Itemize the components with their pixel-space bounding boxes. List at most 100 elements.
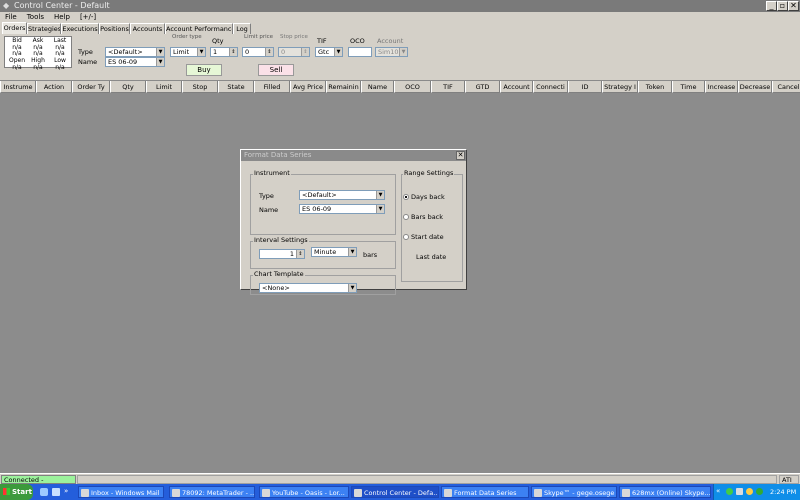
range-settings-group	[401, 174, 463, 282]
column-header[interactable]: Action	[36, 81, 72, 93]
chevron-down-icon: ▼	[197, 48, 205, 56]
tray-skype-icon[interactable]	[756, 488, 763, 495]
column-header[interactable]: Avg Price	[290, 81, 326, 93]
column-header[interactable]: Instrume	[0, 81, 36, 93]
browser-icon	[262, 489, 270, 497]
column-header[interactable]: Account	[500, 81, 533, 93]
dialog-close-button[interactable]: ✕	[456, 151, 465, 160]
column-header[interactable]: Connecti	[533, 81, 568, 93]
minimize-button[interactable]: _	[766, 1, 777, 11]
spin-arrows-icon[interactable]: ⇕	[265, 48, 273, 56]
last-label: Last	[53, 37, 67, 44]
column-header[interactable]: Time	[672, 81, 705, 93]
start-button[interactable]: Start	[0, 484, 33, 500]
chevron-down-icon: ▼	[376, 191, 384, 199]
tray-expand-icon[interactable]: «	[716, 487, 720, 496]
spin-arrows-icon[interactable]: ⇕	[296, 250, 304, 258]
metatrader-icon	[172, 489, 180, 497]
skype-icon	[534, 489, 542, 497]
qty-stepper[interactable]: 1 ⇕	[210, 47, 238, 57]
order-type-label: Order type	[172, 34, 202, 40]
interval-group-label: Interval Settings	[253, 236, 309, 244]
tab-executions[interactable]: Executions	[61, 23, 99, 34]
column-header[interactable]: Name	[361, 81, 394, 93]
restore-button[interactable]: ▫	[777, 1, 788, 11]
column-header[interactable]: TIF	[431, 81, 465, 93]
chevron-down-icon: ▼	[334, 48, 342, 56]
interval-value-stepper[interactable]: 1 ⇕	[259, 249, 305, 259]
close-button[interactable]: ✕	[788, 1, 799, 11]
chevron-down-icon: ▼	[156, 48, 164, 56]
column-header[interactable]: Remainin	[326, 81, 361, 93]
chevron-down-icon: ▼	[156, 58, 164, 66]
spin-arrows-icon[interactable]: ⇕	[229, 48, 237, 56]
account-select[interactable]: Sim101 ▼	[375, 47, 408, 57]
order-entry-panel: Bid Ask Last n/a n/a n/a n/a n/a n/a Ope…	[0, 34, 800, 80]
column-header[interactable]: GTD	[465, 81, 500, 93]
chart-template-select[interactable]: <None> ▼	[259, 283, 357, 293]
dialog-type-select[interactable]: <Default> ▼	[299, 190, 385, 200]
taskbar-item-skype-chat[interactable]: 628mx (Online) Skype....	[619, 486, 711, 498]
tab-account-performance[interactable]: Account Performance	[165, 23, 233, 34]
last-size-value: n/a	[55, 50, 65, 57]
menu-toggle[interactable]: [+/-]	[75, 12, 101, 23]
buy-button[interactable]: Buy	[186, 64, 222, 76]
quicklaunch-desktop-icon[interactable]	[52, 488, 60, 496]
instrument-name-select[interactable]: ES 06-09 ▼	[105, 57, 165, 67]
format-data-series-dialog: Format Data Series ✕ Instrument Type Nam…	[240, 149, 467, 295]
bars-back-radio[interactable]: Bars back	[403, 213, 443, 221]
dialog-name-label: Name	[259, 206, 279, 214]
taskbar-item-skype[interactable]: Skype™ - gege.osege	[531, 486, 617, 498]
spin-arrows-icon: ⇕	[301, 48, 309, 56]
taskbar-item-format-data-series[interactable]: Format Data Series	[441, 486, 529, 498]
column-header[interactable]: Order Ty	[72, 81, 110, 93]
dialog-title: Format Data Series	[241, 150, 466, 161]
tab-log[interactable]: Log	[233, 23, 251, 34]
taskbar-item-youtube[interactable]: YouTube - Oasis - Lor...	[259, 486, 349, 498]
taskbar-item-windows-mail[interactable]: Inbox - Windows Mail	[78, 486, 164, 498]
column-header[interactable]: Cancel	[772, 81, 800, 93]
limit-price-label: Limit price	[244, 34, 274, 40]
tif-select[interactable]: Gtc ▼	[315, 47, 343, 57]
chevron-down-icon: ▼	[348, 284, 356, 292]
tab-orders[interactable]: Orders	[2, 22, 27, 34]
column-header[interactable]: Qty	[110, 81, 146, 93]
taskbar-item-metatrader[interactable]: 78092: MetaTrader - ...	[169, 486, 255, 498]
instrument-type-select[interactable]: <Default> ▼	[105, 47, 165, 57]
interval-unit-select[interactable]: Minute ▼	[311, 247, 357, 257]
taskbar-item-control-center[interactable]: Control Center - Defa...	[351, 486, 439, 498]
tab-accounts[interactable]: Accounts	[130, 23, 165, 34]
stop-price-stepper[interactable]: 0 ⇕	[278, 47, 310, 57]
chevron-down-icon: ▼	[399, 48, 407, 56]
column-header[interactable]: Strategy I	[602, 81, 638, 93]
oco-input[interactable]	[348, 47, 372, 57]
column-header[interactable]: OCO	[394, 81, 431, 93]
quicklaunch-ie-icon[interactable]	[40, 488, 48, 496]
last-date-label: Last date	[416, 253, 447, 261]
high-value: n/a	[33, 64, 43, 71]
menu-help[interactable]: Help	[49, 12, 75, 23]
column-header[interactable]: Filled	[254, 81, 290, 93]
limit-price-stepper[interactable]: 0 ⇕	[242, 47, 274, 57]
column-header[interactable]: Decrease	[738, 81, 772, 93]
tray-app-icon[interactable]	[746, 488, 753, 495]
column-header[interactable]: Limit	[146, 81, 182, 93]
tab-positions[interactable]: Positions	[99, 23, 130, 34]
days-back-radio[interactable]: Days back	[403, 193, 445, 201]
order-type-select[interactable]: Limit ▼	[170, 47, 206, 57]
tray-status-icon[interactable]	[726, 488, 733, 495]
bars-label: bars	[363, 251, 378, 259]
column-header[interactable]: Increase	[705, 81, 738, 93]
tab-strategies[interactable]: Strategies	[27, 23, 61, 34]
dialog-name-select[interactable]: ES 06-09 ▼	[299, 204, 385, 214]
sell-button[interactable]: Sell	[258, 64, 294, 76]
column-header[interactable]: Stop	[182, 81, 218, 93]
start-date-radio[interactable]: Start date	[403, 233, 444, 241]
system-tray: « 2:24 PM	[713, 484, 800, 500]
column-header[interactable]: ID	[568, 81, 602, 93]
dialog-icon	[444, 489, 452, 497]
tray-app-icon[interactable]	[736, 488, 743, 495]
quicklaunch-expand-icon[interactable]: »	[64, 487, 72, 496]
column-header[interactable]: Token	[638, 81, 672, 93]
column-header[interactable]: State	[218, 81, 254, 93]
